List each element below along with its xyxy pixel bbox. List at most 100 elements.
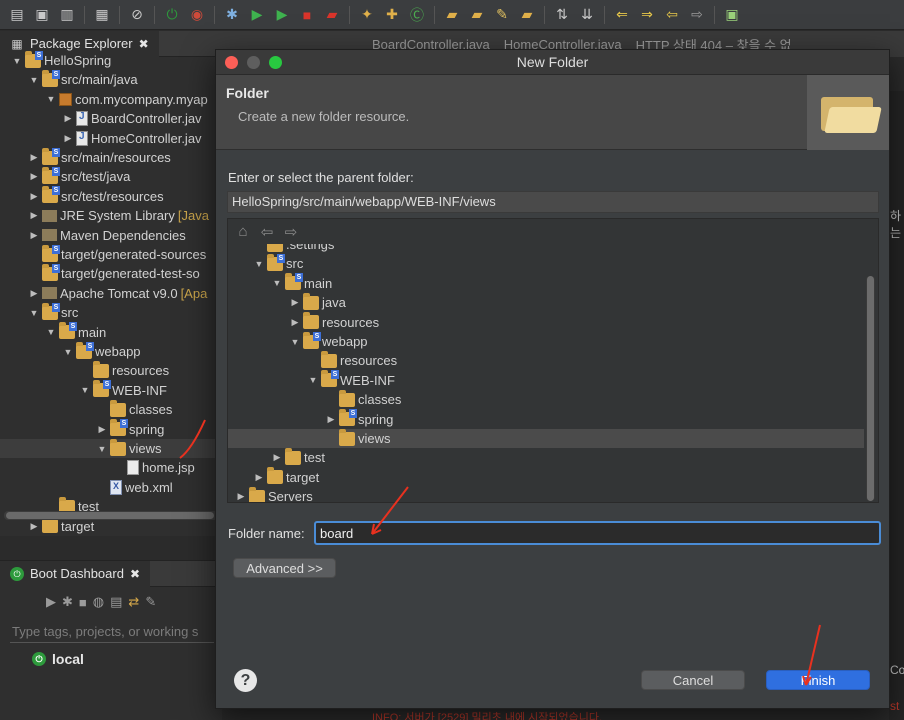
skip-breakpoints-icon[interactable]: ⊘	[126, 4, 148, 26]
forward-edit-icon[interactable]: ⇒	[636, 4, 658, 26]
tree-item[interactable]: ▶ test	[228, 447, 864, 467]
chevron-right-icon[interactable]: ▶	[272, 452, 282, 463]
edit-icon[interactable]: ✎	[145, 594, 156, 610]
open-type-icon[interactable]: ▰	[441, 4, 463, 26]
tree-item[interactable]: Starget/generated-test-so	[0, 263, 222, 283]
folder-name-input[interactable]	[314, 521, 881, 545]
chevron-right-icon[interactable]: ▶	[290, 297, 300, 308]
chevron-right-icon[interactable]: ▶	[29, 230, 39, 241]
chevron-right-icon[interactable]: ▶	[63, 133, 73, 144]
tree-item[interactable]: ▼ S WEB-INF	[228, 370, 864, 390]
tree-item[interactable]: ▼ S HelloSpring	[0, 50, 222, 70]
tree-item[interactable]: ▼ Ssrc/main/java	[0, 69, 222, 89]
window-maximize-button[interactable]	[269, 56, 282, 69]
pen-icon[interactable]: ✎	[491, 4, 513, 26]
new-icon[interactable]: ▤	[6, 4, 28, 26]
print-icon[interactable]: ▦	[91, 4, 113, 26]
tree-item[interactable]: views	[228, 428, 864, 448]
back-edit-icon[interactable]: ⇐	[611, 4, 633, 26]
boot-search-input[interactable]: Type tags, projects, or working s	[10, 621, 214, 643]
window-minimize-button[interactable]	[247, 56, 260, 69]
tree-item[interactable]: classes	[228, 389, 864, 409]
chevron-down-icon[interactable]: ▼	[29, 308, 39, 318]
vertical-scrollbar[interactable]	[866, 276, 875, 501]
tab-boot-dashboard[interactable]: ⏻ Boot Dashboard ✖	[0, 560, 151, 587]
debug-icon[interactable]: ✱	[221, 4, 243, 26]
start-icon[interactable]: ▶	[46, 594, 56, 610]
new-class-icon[interactable]: Ⓒ	[406, 4, 428, 26]
chevron-right-icon[interactable]: ▶	[290, 317, 300, 328]
tree-item[interactable]: ▼ S WEB-INF	[0, 380, 222, 400]
chevron-right-icon[interactable]: ▶	[29, 171, 39, 182]
console-icon[interactable]: ▤	[110, 594, 122, 610]
tree-item[interactable]: .settings	[228, 244, 864, 254]
chevron-down-icon[interactable]: ▼	[12, 56, 22, 66]
chevron-down-icon[interactable]: ▼	[46, 327, 56, 337]
globe-icon[interactable]: ◍	[93, 594, 104, 610]
boot-local-item[interactable]: ⏻ local	[32, 651, 222, 667]
new-package-icon[interactable]: ✚	[381, 4, 403, 26]
tree-item[interactable]: ▶ Servers	[228, 486, 864, 502]
tree-item[interactable]: ▼ Smain	[0, 322, 222, 342]
close-icon[interactable]: ✖	[139, 37, 149, 51]
forward-icon[interactable]: ⇨	[686, 4, 708, 26]
tree-item[interactable]: ▼ views	[0, 438, 222, 458]
chevron-right-icon[interactable]: ▶	[29, 152, 39, 163]
tree-item[interactable]: web.xml	[0, 478, 222, 497]
chevron-right-icon[interactable]: ▶	[29, 191, 39, 202]
chevron-down-icon[interactable]: ▼	[290, 337, 300, 347]
tree-item[interactable]: ▶ Ssrc/test/java	[0, 166, 222, 186]
new-java-project-icon[interactable]: ✦	[356, 4, 378, 26]
next-annotation-icon[interactable]: ⇊	[576, 4, 598, 26]
tree-item[interactable]: ▶ target	[228, 467, 864, 487]
tree-item[interactable]: ▶ BoardController.jav	[0, 109, 222, 128]
tree-item[interactable]: ▶ java	[228, 292, 864, 312]
annotation-icon[interactable]: ⇅	[551, 4, 573, 26]
chevron-right-icon[interactable]: ▶	[29, 210, 39, 221]
open-resource-icon[interactable]: ▰	[516, 4, 538, 26]
tree-item[interactable]: ▶ Apache Tomcat v9.0 [Apa	[0, 284, 222, 303]
tree-item[interactable]: resources	[228, 350, 864, 370]
help-icon[interactable]: ?	[234, 669, 257, 692]
chevron-right-icon[interactable]: ▶	[236, 491, 246, 502]
chevron-right-icon[interactable]: ▶	[29, 288, 39, 299]
run-icon[interactable]: ▶	[246, 4, 268, 26]
home-icon[interactable]: ⌂	[234, 223, 252, 240]
new-perspective-icon[interactable]: ▣	[721, 4, 743, 26]
back-icon[interactable]: ⇦	[661, 4, 683, 26]
boot-relaunch-icon[interactable]: ◉	[186, 4, 208, 26]
advanced-button[interactable]: Advanced >>	[233, 558, 336, 578]
window-close-button[interactable]	[225, 56, 238, 69]
tree-item[interactable]: ▶ Sspring	[228, 409, 864, 429]
save-all-icon[interactable]: ▥	[56, 4, 78, 26]
chevron-right-icon[interactable]: ▶	[97, 424, 107, 435]
chevron-down-icon[interactable]: ▼	[97, 444, 107, 454]
tree-item[interactable]: ▶ JRE System Library [Java	[0, 206, 222, 225]
back-arrow-icon[interactable]: ⇦	[258, 223, 276, 241]
chevron-right-icon[interactable]: ▶	[29, 521, 39, 532]
chevron-down-icon[interactable]: ▼	[308, 375, 318, 385]
debug-icon[interactable]: ✱	[62, 594, 73, 610]
chevron-down-icon[interactable]: ▼	[46, 94, 56, 104]
save-icon[interactable]: ▣	[31, 4, 53, 26]
chevron-down-icon[interactable]: ▼	[80, 385, 90, 395]
tree-item[interactable]: ▼ com.mycompany.myap	[0, 90, 222, 109]
cancel-button[interactable]: Cancel	[641, 670, 745, 690]
tree-item[interactable]: ▶ Ssrc/main/resources	[0, 147, 222, 167]
tree-item[interactable]: ▼ Ssrc	[228, 253, 864, 273]
tree-item[interactable]: ▼ Swebapp	[228, 331, 864, 351]
tree-item[interactable]: resources	[0, 360, 222, 380]
refresh-icon[interactable]: ⇄	[128, 594, 139, 610]
tree-item[interactable]: home.jsp	[0, 458, 222, 477]
tree-item[interactable]: classes	[0, 399, 222, 419]
stop-icon[interactable]: ■	[296, 4, 318, 26]
open-folder-icon[interactable]: ▰	[466, 4, 488, 26]
close-icon[interactable]: ✖	[130, 567, 140, 581]
tree-item[interactable]: ▶ HomeController.jav	[0, 129, 222, 148]
tree-item[interactable]: ▼ Swebapp	[0, 341, 222, 361]
chevron-right-icon[interactable]: ▶	[326, 414, 336, 425]
forward-arrow-icon[interactable]: ⇨	[282, 223, 300, 241]
tree-item[interactable]: ▶ Sspring	[0, 419, 222, 439]
chevron-down-icon[interactable]: ▼	[63, 347, 73, 357]
boot-power-icon[interactable]: ⏻	[161, 4, 183, 26]
